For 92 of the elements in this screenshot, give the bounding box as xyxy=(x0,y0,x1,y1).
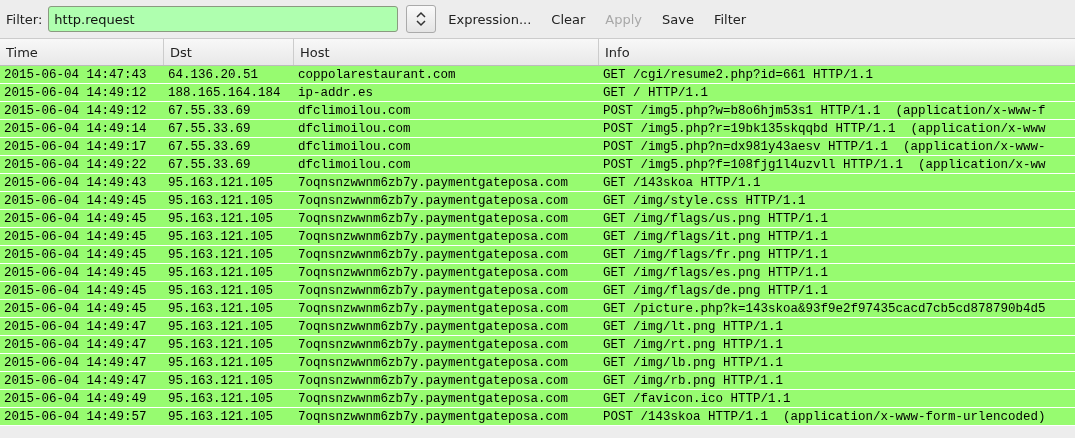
table-cell-text: coppolarestaurant.com xyxy=(297,67,457,82)
table-cell-text: 2015-06-04 14:49:43 xyxy=(3,175,148,190)
table-cell-text: GET /img/flags/us.png HTTP/1.1 xyxy=(602,211,830,226)
table-cell-text: 7oqnsnzwwnm6zb7y.paymentgateposa.com xyxy=(297,373,570,388)
table-cell-text: 64.136.20.51 xyxy=(167,67,259,82)
table-cell-text: 2015-06-04 14:49:45 xyxy=(3,211,148,226)
table-cell-text: 7oqnsnzwwnm6zb7y.paymentgateposa.com xyxy=(297,337,570,352)
toolbar-button[interactable]: Filter xyxy=(705,7,755,31)
table-cell-text: 95.163.121.105 xyxy=(167,265,275,280)
table-cell-text: 2015-06-04 14:49:22 xyxy=(3,157,148,172)
table-cell-text: GET /picture.php?k=143skoa&93f9e2f97435cacd7cb5cd878790b4d5 xyxy=(602,301,1047,316)
table-cell-text: 95.163.121.105 xyxy=(167,175,275,190)
toolbar-button[interactable]: Clear xyxy=(543,7,594,31)
table-cell-text: dfclimoilou.com xyxy=(297,139,412,154)
table-cell-text: GET /img/style.css HTTP/1.1 xyxy=(602,193,807,208)
table-cell-text: GET /img/rt.png HTTP/1.1 xyxy=(602,337,785,352)
table-cell-text: 2015-06-04 14:49:47 xyxy=(3,355,148,370)
table-cell-text: 95.163.121.105 xyxy=(167,283,275,298)
table-cell-text: GET / HTTP/1.1 xyxy=(602,85,710,100)
filter-input[interactable]: http.request xyxy=(48,6,399,32)
column-header[interactable]: Time xyxy=(0,39,164,65)
table-cell-text: 95.163.121.105 xyxy=(167,193,275,208)
table-cell-text: 7oqnsnzwwnm6zb7y.paymentgateposa.com xyxy=(297,301,570,316)
table-cell-text: GET /cgi/resume2.php?id=661 HTTP/1.1 xyxy=(602,67,875,82)
table-cell-text: 67.55.33.69 xyxy=(167,139,252,154)
table-cell-text: 67.55.33.69 xyxy=(167,121,252,136)
table-cell-text: GET /143skoa HTTP/1.1 xyxy=(602,175,762,190)
table-cell-text: 95.163.121.105 xyxy=(167,247,275,262)
table-cell-text: GET /img/flags/fr.png HTTP/1.1 xyxy=(602,247,830,262)
table-cell-text: 95.163.121.105 xyxy=(167,355,275,370)
table-cell-text: 2015-06-04 14:49:17 xyxy=(3,139,148,154)
toolbar-button[interactable]: Save xyxy=(654,7,702,31)
table-cell-text: 2015-06-04 14:49:57 xyxy=(3,409,148,424)
table-cell-text: 2015-06-04 14:49:47 xyxy=(3,373,148,388)
table-cell-text: POST /img5.php?r=19bk135skqqbd HTTP/1.1 (application/x-www xyxy=(602,121,1047,136)
table-cell-text: dfclimoilou.com xyxy=(297,157,412,172)
table-cell-text: GET /img/rb.png HTTP/1.1 xyxy=(602,373,785,388)
column-header[interactable]: Dst xyxy=(164,39,294,65)
table-cell-text: 2015-06-04 14:49:45 xyxy=(3,283,148,298)
dropdown-button[interactable] xyxy=(406,5,437,33)
table-cell-text: 2015-06-04 14:49:45 xyxy=(3,193,148,208)
table-cell-text: 2015-06-04 14:47:43 xyxy=(3,67,148,82)
filter-label: Filter: xyxy=(6,11,43,27)
table-cell-text: 2015-06-04 14:49:49 xyxy=(3,391,148,406)
table-cell-text: 95.163.121.105 xyxy=(167,409,275,424)
table-cell-text: 7oqnsnzwwnm6zb7y.paymentgateposa.com xyxy=(297,175,570,190)
table-cell-text: GET /img/lb.png HTTP/1.1 xyxy=(602,355,785,370)
column-header[interactable]: Info xyxy=(599,39,1075,65)
table-cell-text: 95.163.121.105 xyxy=(167,373,275,388)
table-cell-text: 7oqnsnzwwnm6zb7y.paymentgateposa.com xyxy=(297,265,570,280)
table-cell-text: 95.163.121.105 xyxy=(167,229,275,244)
toolbar-button[interactable]: Expression... xyxy=(440,7,540,31)
table-cell-text: 95.163.121.105 xyxy=(167,301,275,316)
table-cell-text: POST /img5.php?f=108fjg1l4uzvll HTTP/1.1 (application/x-ww xyxy=(602,157,1047,172)
table-cell-text: 7oqnsnzwwnm6zb7y.paymentgateposa.com xyxy=(297,193,570,208)
table-cell-text: 7oqnsnzwwnm6zb7y.paymentgateposa.com xyxy=(297,409,570,424)
table-cell-text: 2015-06-04 14:49:45 xyxy=(3,265,148,280)
table-cell-text: 2015-06-04 14:49:45 xyxy=(3,229,148,244)
table-cell-text: GET /img/lt.png HTTP/1.1 xyxy=(602,319,785,334)
table-cell-text: POST /143skoa HTTP/1.1 (application/x-www-form-urlencoded) xyxy=(602,409,1047,424)
column-header[interactable]: Host xyxy=(294,39,599,65)
table-cell-text: 7oqnsnzwwnm6zb7y.paymentgateposa.com xyxy=(297,319,570,334)
table-cell-text: GET /img/flags/de.png HTTP/1.1 xyxy=(602,283,830,298)
table-cell-text: GET /img/flags/it.png HTTP/1.1 xyxy=(602,229,830,244)
table-cell-text: 95.163.121.105 xyxy=(167,319,275,334)
up-down-chevron-icon xyxy=(416,11,427,27)
table-cell-text: 2015-06-04 14:49:12 xyxy=(3,85,148,100)
table-cell-text: 67.55.33.69 xyxy=(167,103,252,118)
table-cell-text: 7oqnsnzwwnm6zb7y.paymentgateposa.com xyxy=(297,355,570,370)
table-cell-text: 2015-06-04 14:49:45 xyxy=(3,301,148,316)
table-cell-text: 7oqnsnzwwnm6zb7y.paymentgateposa.com xyxy=(297,247,570,262)
table-cell-text: GET /favicon.ico HTTP/1.1 xyxy=(602,391,792,406)
table-cell-text: 7oqnsnzwwnm6zb7y.paymentgateposa.com xyxy=(297,211,570,226)
table-cell-text: 188.165.164.184 xyxy=(167,85,282,100)
table-cell-text: 67.55.33.69 xyxy=(167,157,252,172)
table-cell-text: 2015-06-04 14:49:47 xyxy=(3,319,148,334)
table-cell-text: 2015-06-04 14:49:45 xyxy=(3,247,148,262)
table-cell-text: GET /img/flags/es.png HTTP/1.1 xyxy=(602,265,830,280)
table-cell-text: 2015-06-04 14:49:14 xyxy=(3,121,148,136)
table-cell-text: 95.163.121.105 xyxy=(167,391,275,406)
table-cell-text: POST /img5.php?n=dx981y43aesv HTTP/1.1 (application/x-www- xyxy=(602,139,1047,154)
table-cell-text: 7oqnsnzwwnm6zb7y.paymentgateposa.com xyxy=(297,283,570,298)
table-cell-text: dfclimoilou.com xyxy=(297,103,412,118)
table-cell-text: POST /img5.php?w=b8o6hjm53s1 HTTP/1.1 (application/x-www-f xyxy=(602,103,1047,118)
table-cell-text: 95.163.121.105 xyxy=(167,211,275,226)
table-cell-text: 95.163.121.105 xyxy=(167,337,275,352)
table-cell-text: 7oqnsnzwwnm6zb7y.paymentgateposa.com xyxy=(297,229,570,244)
table-cell-text: 7oqnsnzwwnm6zb7y.paymentgateposa.com xyxy=(297,391,570,406)
table-cell-text: dfclimoilou.com xyxy=(297,121,412,136)
table-cell-text: 2015-06-04 14:49:47 xyxy=(3,337,148,352)
table-cell-text: ip-addr.es xyxy=(297,85,374,100)
table-cell-text: 2015-06-04 14:49:12 xyxy=(3,103,148,118)
